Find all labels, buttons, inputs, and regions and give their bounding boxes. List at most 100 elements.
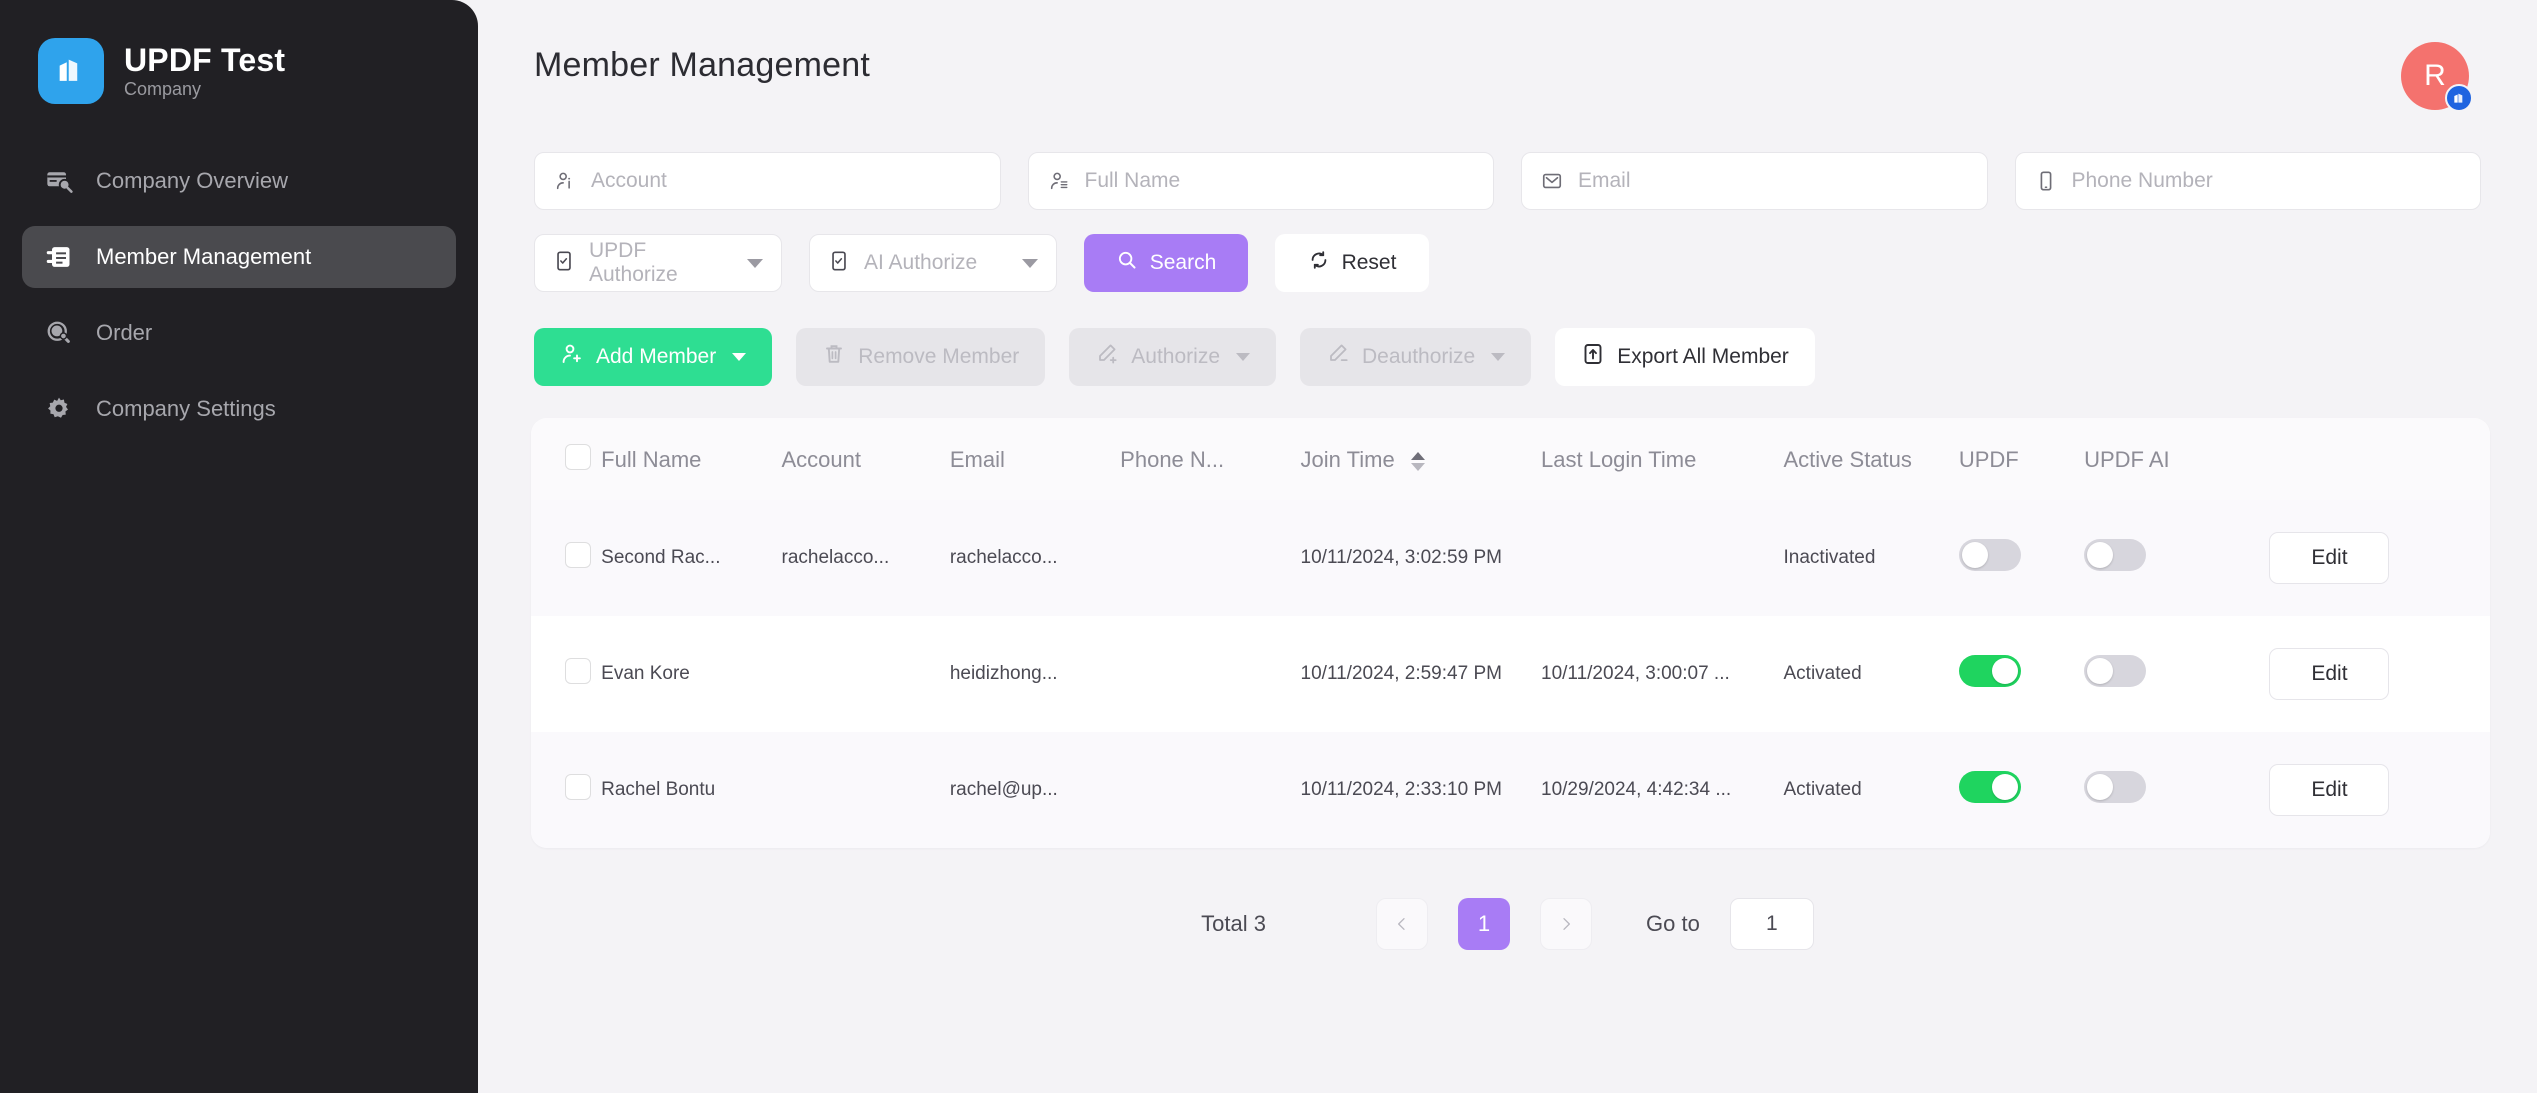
column-header-updf-ai[interactable]: UPDF AI (2084, 418, 2270, 500)
cell-join-time: 10/11/2024, 2:33:10 PM (1300, 732, 1542, 848)
cell-email: rachelacco... (949, 500, 1121, 616)
table-row: Second Rac... rachelacco... rachelacco..… (531, 500, 2490, 616)
sidebar-item-member-management[interactable]: Member Management (22, 226, 456, 288)
export-all-member-button[interactable]: Export All Member (1555, 328, 1815, 386)
remove-member-label: Remove Member (858, 345, 1020, 368)
pen-plus-icon (1095, 342, 1119, 372)
updf-toggle[interactable] (1958, 771, 2021, 803)
search-input[interactable] (591, 169, 982, 193)
full-name-field[interactable] (1027, 152, 1494, 210)
sidebar-item-company-overview[interactable]: Company Overview (22, 150, 456, 212)
cell-last-login-time: 10/29/2024, 4:42:34 ... (1541, 732, 1784, 848)
goto-page-input[interactable] (1729, 898, 1814, 950)
select-all-header (531, 418, 602, 500)
deauthorize-label: Deauthorize (1362, 345, 1476, 368)
edit-button[interactable]: Edit (2269, 532, 2390, 584)
row-checkbox[interactable] (565, 774, 591, 800)
prev-page-button[interactable] (1376, 898, 1428, 950)
filter-panel: UPDF Authorize AI Authorize (478, 110, 2537, 292)
ai-authorize-value: AI Authorize (864, 251, 978, 274)
phone-field[interactable] (2014, 152, 2481, 210)
updf-ai-toggle[interactable] (2084, 771, 2147, 803)
cell-updf-ai-toggle (2084, 616, 2270, 732)
remove-member-button[interactable]: Remove Member (796, 328, 1046, 386)
table-head: Full Name Account Email Phone N... Join … (531, 418, 2490, 500)
sidebar-item-label: Member Management (96, 244, 312, 269)
next-page-button[interactable] (1540, 898, 1592, 950)
sidebar-item-label: Company Overview (96, 168, 288, 193)
phone-icon (2034, 169, 2058, 193)
sidebar-item-label: Order (96, 320, 153, 345)
search-icon (1116, 249, 1138, 277)
filter-row-2: UPDF Authorize AI Authorize Search Reset (534, 234, 2481, 292)
search-button-label: Search (1149, 251, 1217, 274)
column-header-email[interactable]: Email (949, 418, 1121, 500)
column-header-active-status[interactable]: Active Status (1783, 418, 1959, 500)
table-body: Second Rac... rachelacco... rachelacco..… (531, 500, 2490, 848)
ai-authorize-select[interactable]: AI Authorize (809, 234, 1057, 292)
member-list-icon (44, 242, 74, 272)
export-all-member-label: Export All Member (1617, 345, 1789, 368)
refresh-icon (1308, 249, 1330, 277)
column-header-join-time-label: Join Time (1300, 447, 1395, 472)
checkbox-doc-icon (828, 250, 850, 277)
cell-email: heidizhong... (949, 616, 1121, 732)
cell-actions: Edit (2269, 500, 2490, 616)
avatar[interactable]: R (2401, 42, 2473, 112)
chevron-down-icon (1491, 353, 1506, 361)
cell-account (781, 732, 950, 848)
select-all-checkbox[interactable] (565, 444, 591, 470)
updf-ai-toggle[interactable] (2084, 539, 2147, 571)
cell-phone-number (1120, 500, 1301, 616)
cell-active-status: Inactivated (1783, 500, 1959, 616)
page-1-button[interactable]: 1 (1458, 898, 1510, 950)
sidebar-item-company-settings[interactable]: Company Settings (22, 378, 456, 440)
pagination: Total 3 1 Go to (478, 898, 2537, 950)
full-name-input[interactable] (1084, 169, 1475, 193)
updf-ai-toggle[interactable] (2084, 655, 2147, 687)
cell-updf-toggle (1958, 616, 2085, 732)
deauthorize-button[interactable]: Deauthorize (1300, 328, 1532, 386)
brand-subtitle: Company (124, 78, 202, 99)
row-checkbox[interactable] (565, 542, 591, 568)
chevron-down-icon (747, 258, 763, 268)
authorize-button[interactable]: Authorize (1069, 328, 1276, 386)
email-input[interactable] (1578, 169, 1969, 193)
topbar: Member Management R (478, 0, 2537, 112)
edit-button[interactable]: Edit (2269, 648, 2390, 700)
cell-join-time: 10/11/2024, 3:02:59 PM (1300, 500, 1542, 616)
edit-button[interactable]: Edit (2269, 764, 2390, 816)
reset-button[interactable]: Reset (1275, 234, 1429, 292)
cell-updf-ai-toggle (2084, 732, 2270, 848)
cell-join-time: 10/11/2024, 2:59:47 PM (1300, 616, 1542, 732)
column-header-join-time[interactable]: Join Time (1300, 418, 1542, 500)
column-header-last-login-time[interactable]: Last Login Time (1541, 418, 1784, 500)
row-checkbox[interactable] (565, 658, 591, 684)
column-header-phone-number[interactable]: Phone N... (1120, 418, 1301, 500)
cell-last-login-time: 10/11/2024, 3:00:07 ... (1541, 616, 1784, 732)
search-button[interactable]: Search (1084, 234, 1248, 292)
row-select-cell (531, 616, 602, 732)
cell-updf-toggle (1958, 732, 2085, 848)
column-header-account[interactable]: Account (781, 418, 950, 500)
updf-authorize-select[interactable]: UPDF Authorize (534, 234, 782, 292)
cell-account: rachelacco... (781, 500, 950, 616)
updf-toggle[interactable] (1958, 655, 2021, 687)
phone-input[interactable] (2071, 169, 2462, 193)
account-field[interactable] (534, 152, 1001, 210)
cell-email: rachel@up... (949, 732, 1121, 848)
table-row: Evan Kore heidizhong... 10/11/2024, 2:59… (531, 616, 2490, 732)
user-account-icon (553, 169, 577, 193)
card-search-icon (44, 166, 74, 196)
column-header-updf[interactable]: UPDF (1958, 418, 2085, 500)
chevron-down-icon (1236, 353, 1250, 361)
sidebar-item-order[interactable]: Order (22, 302, 456, 364)
sort-toggle-icon[interactable] (1410, 451, 1425, 471)
cell-updf-ai-toggle (2084, 500, 2270, 616)
updf-toggle[interactable] (1958, 539, 2021, 571)
page-title: Member Management (534, 46, 870, 84)
column-header-full-name[interactable]: Full Name (601, 418, 782, 500)
email-field[interactable] (1521, 152, 1988, 210)
add-member-button[interactable]: Add Member (534, 328, 773, 386)
cell-updf-toggle (1958, 500, 2085, 616)
